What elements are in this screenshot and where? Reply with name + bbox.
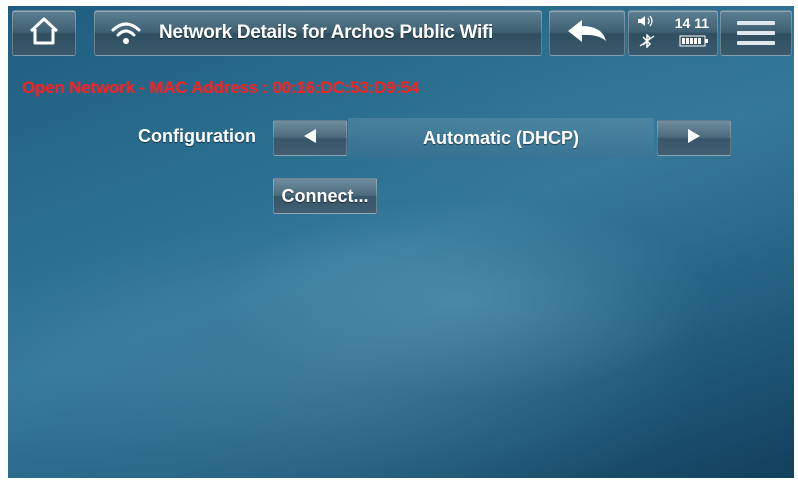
menu-button[interactable] — [720, 10, 792, 56]
network-info-line: Open Network - MAC Address : 00:16:DC:53… — [22, 78, 420, 97]
menu-icon — [737, 21, 775, 45]
wifi-icon — [111, 20, 141, 46]
arrow-right-icon — [685, 127, 703, 150]
home-icon — [27, 16, 61, 51]
arrow-left-icon — [301, 127, 319, 150]
bluetooth-off-icon — [637, 32, 657, 53]
page-title: Network Details for Archos Public Wifi — [159, 22, 494, 43]
configuration-next-button[interactable] — [657, 120, 731, 156]
configuration-label: Configuration — [138, 126, 256, 146]
configuration-value-text: Automatic (DHCP) — [423, 127, 579, 148]
back-arrow-icon — [564, 17, 610, 50]
volume-icon — [637, 14, 655, 32]
connect-button[interactable]: Connect... — [273, 178, 377, 214]
screen: Network Details for Archos Public Wifi 1… — [8, 6, 794, 478]
back-button[interactable] — [549, 10, 625, 56]
home-button[interactable] — [12, 10, 76, 56]
configuration-prev-button[interactable] — [273, 120, 347, 156]
status-area: 14 11 — [628, 10, 718, 56]
battery-icon — [679, 34, 709, 52]
clock-time: 14 11 — [674, 15, 709, 31]
title-bar: Network Details for Archos Public Wifi — [94, 10, 542, 56]
configuration-value: Automatic (DHCP) — [348, 118, 654, 158]
